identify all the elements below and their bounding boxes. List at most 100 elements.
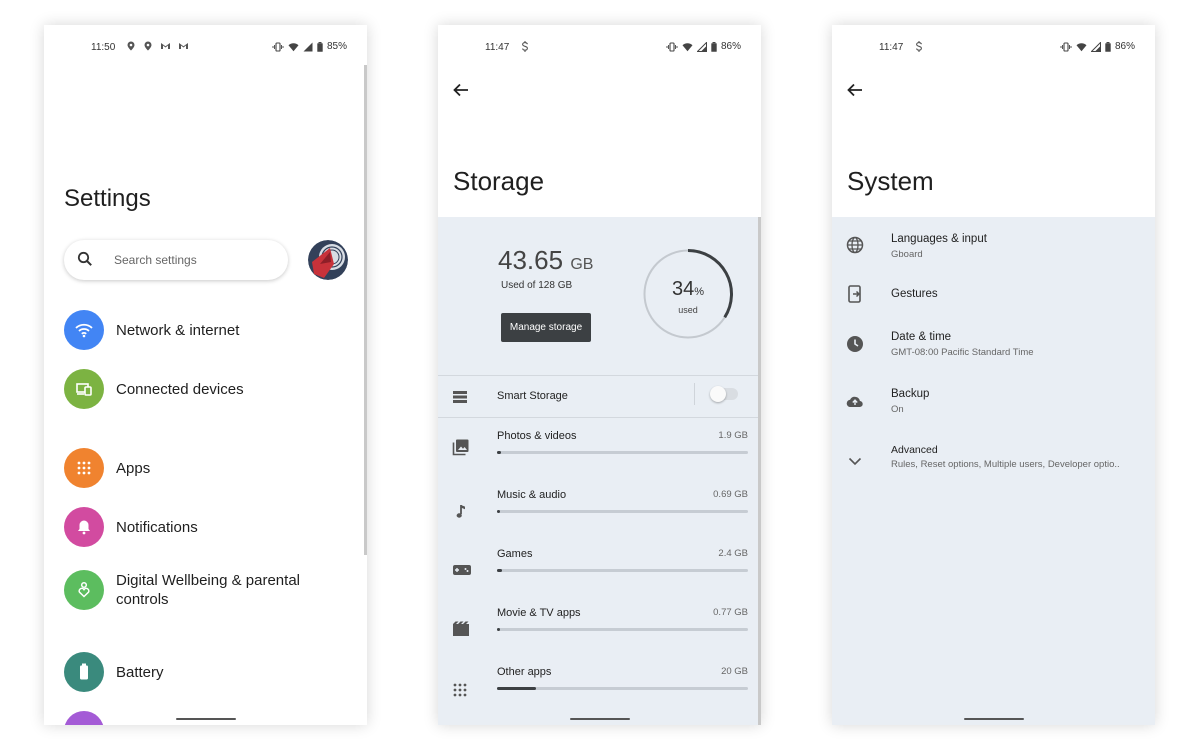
scrollbar[interactable] [758,217,761,725]
list-icon [452,390,468,409]
category-bar-fill [497,451,501,454]
system-item-languages[interactable]: Languages & input Gboard [832,233,1155,273]
location-pin-icon [126,41,136,51]
settings-item-icon [64,711,104,725]
category-size: 20 GB [721,666,748,677]
system-item-title: Date & time [891,331,952,343]
category-size: 0.69 GB [713,489,748,500]
smart-storage-toggle[interactable] [710,386,738,402]
category-bar-fill [497,569,502,572]
globe-icon [846,236,864,254]
storage-category-other-apps[interactable]: Other apps 20 GB [438,666,761,724]
wifi-icon [1076,42,1087,52]
category-name: Games [497,548,533,560]
battery-icon [64,652,104,692]
system-item-subtitle: Rules, Reset options, Multiple users, De… [891,459,1120,470]
location-pin-icon [143,41,153,51]
category-size: 2.4 GB [718,548,748,559]
search-input[interactable]: Search settings [64,240,288,280]
system-item-title: Backup [891,388,930,400]
system-item-backup[interactable]: Backup On [832,388,1155,428]
gestures-phone-icon [846,285,864,303]
category-name: Photos & videos [497,430,577,442]
search-icon [77,251,93,267]
gesture-handle[interactable] [569,718,630,720]
category-bar [497,510,748,513]
system-item-gestures[interactable]: Gestures [832,285,1155,317]
gmail-icon [160,41,171,51]
clock-icon [846,335,864,353]
category-size: 1.9 GB [718,430,748,441]
storage-category-games[interactable]: Games 2.4 GB [438,548,761,606]
cell-signal-icon [696,41,707,52]
storage-screen: 11:47 86% Storage 43.65 GB Used of 128 G… [438,25,761,725]
category-bar-fill [497,687,537,690]
system-item-date-time[interactable]: Date & time GMT-08:00 Pacific Standard T… [832,331,1155,371]
cloud-upload-icon [846,392,864,410]
storage-used-unit: GB [570,256,594,273]
storage-category-music[interactable]: Music & audio 0.69 GB [438,489,761,547]
storage-category-photos[interactable]: Photos & videos 1.9 GB [438,430,761,488]
system-item-title: Languages & input [891,233,987,245]
storage-category-movies[interactable]: Movie & TV apps 0.77 GB [438,607,761,665]
divider [438,375,761,376]
photos-icon [452,438,470,456]
back-arrow-icon[interactable] [846,81,866,101]
storage-used-of: Used of 128 GB [501,280,573,291]
battery-icon [1105,41,1111,52]
category-bar [497,569,748,572]
category-bar [497,451,748,454]
system-screen: 11:47 86% System Languages & input Gboar… [832,25,1155,725]
gmail-icon [178,41,189,51]
system-item-title: Gestures [891,288,938,300]
category-name: Other apps [497,666,552,678]
settings-item-label: Digital Wellbeing & parental controls [116,572,300,608]
storage-used: 43.65 GB [498,245,593,276]
wifi-icon [682,42,693,52]
category-bar [497,628,748,631]
vibrate-icon [666,41,678,52]
category-name: Movie & TV apps [497,607,581,619]
page-title: Storage [453,166,545,196]
gesture-handle[interactable] [963,718,1024,720]
cell-signal-icon [303,42,313,52]
storage-percent: 34% [642,278,734,301]
page-title: System [847,166,934,196]
toggle-knob [710,386,726,402]
system-item-advanced[interactable]: Advanced Rules, Reset options, Multiple … [832,444,1155,484]
status-bar: 11:50 85% [44,41,367,55]
storage-percent-sign: % [694,286,705,298]
battery-percent: 85% [326,41,347,52]
storage-percent-caption: used [678,305,698,315]
devices-icon [64,369,104,409]
settings-item-label: Connected devices [116,381,244,398]
vibrate-icon [272,41,284,52]
chevron-down-icon [846,452,864,470]
settings-item-label: Network & internet [116,322,240,339]
settings-item-label: Notifications [116,519,198,536]
battery-percent: 86% [1114,41,1135,52]
status-time: 11:47 [485,42,510,53]
system-item-subtitle: Gboard [891,249,923,260]
scrollbar[interactable] [364,65,367,555]
divider [694,383,695,405]
manage-storage-button[interactable]: Manage storage [501,313,591,342]
category-bar-fill [497,628,500,631]
category-bar [497,687,748,690]
wifi-icon [64,310,104,350]
dollar-sync-icon [520,41,530,52]
avatar[interactable] [308,240,348,280]
status-time: 11:47 [879,42,904,53]
back-arrow-icon[interactable] [452,81,472,101]
battery-icon [317,41,323,52]
battery-percent: 86% [720,41,741,52]
wellbeing-icon [64,570,104,610]
bell-icon [64,507,104,547]
status-bar: 11:47 86% [438,41,761,55]
page-title: Settings [64,185,151,212]
storage-percent-value: 34 [671,278,695,300]
category-name: Music & audio [497,489,567,501]
status-time: 11:50 [91,42,116,53]
gesture-handle[interactable] [175,718,236,720]
settings-item-label: Battery [116,664,164,681]
